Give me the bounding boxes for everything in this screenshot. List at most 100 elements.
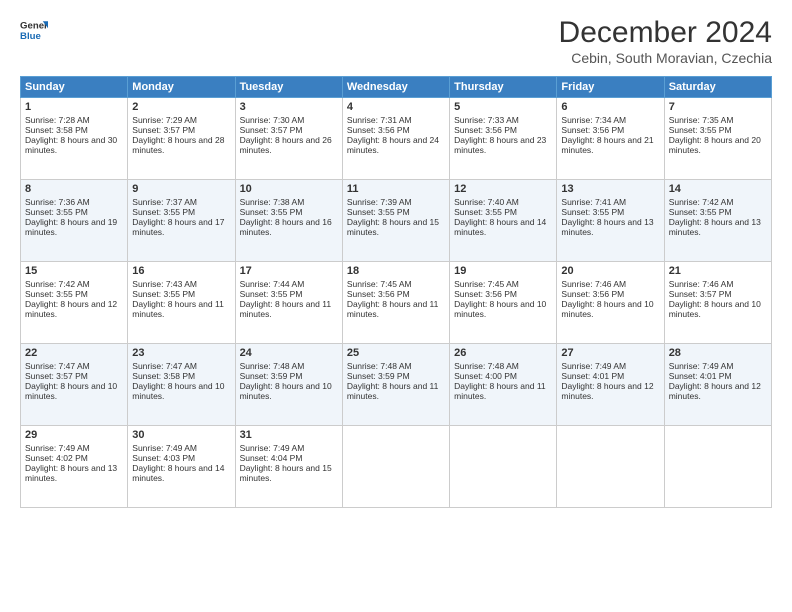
calendar-cell: 3Sunrise: 7:30 AMSunset: 3:57 PMDaylight… <box>235 98 342 180</box>
daylight-text: Daylight: 8 hours and 12 minutes. <box>561 381 653 401</box>
sunset-text: Sunset: 3:55 PM <box>240 289 303 299</box>
col-friday: Friday <box>557 77 664 98</box>
week-row-1: 1Sunrise: 7:28 AMSunset: 3:58 PMDaylight… <box>21 98 772 180</box>
day-number: 20 <box>561 265 659 277</box>
day-number: 6 <box>561 101 659 113</box>
svg-text:Blue: Blue <box>20 31 41 42</box>
sunset-text: Sunset: 3:55 PM <box>347 207 410 217</box>
week-row-2: 8Sunrise: 7:36 AMSunset: 3:55 PMDaylight… <box>21 180 772 262</box>
sunrise-text: Sunrise: 7:42 AM <box>669 197 734 207</box>
sunrise-text: Sunrise: 7:45 AM <box>454 279 519 289</box>
sunset-text: Sunset: 4:01 PM <box>669 371 732 381</box>
calendar-cell: 23Sunrise: 7:47 AMSunset: 3:58 PMDayligh… <box>128 344 235 426</box>
sunset-text: Sunset: 3:56 PM <box>347 125 410 135</box>
sunrise-text: Sunrise: 7:47 AM <box>25 361 90 371</box>
sunset-text: Sunset: 3:55 PM <box>669 125 732 135</box>
calendar-cell: 16Sunrise: 7:43 AMSunset: 3:55 PMDayligh… <box>128 262 235 344</box>
calendar-cell <box>664 426 771 508</box>
sunrise-text: Sunrise: 7:42 AM <box>25 279 90 289</box>
daylight-text: Daylight: 8 hours and 23 minutes. <box>454 135 546 155</box>
daylight-text: Daylight: 8 hours and 11 minutes. <box>347 299 439 319</box>
sunset-text: Sunset: 3:58 PM <box>25 125 88 135</box>
daylight-text: Daylight: 8 hours and 10 minutes. <box>240 381 332 401</box>
sunrise-text: Sunrise: 7:48 AM <box>240 361 305 371</box>
daylight-text: Daylight: 8 hours and 10 minutes. <box>561 299 653 319</box>
sunrise-text: Sunrise: 7:39 AM <box>347 197 412 207</box>
sunrise-text: Sunrise: 7:47 AM <box>132 361 197 371</box>
day-number: 24 <box>240 347 338 359</box>
day-number: 19 <box>454 265 552 277</box>
day-number: 15 <box>25 265 123 277</box>
sunset-text: Sunset: 3:55 PM <box>132 207 195 217</box>
calendar-cell: 8Sunrise: 7:36 AMSunset: 3:55 PMDaylight… <box>21 180 128 262</box>
day-number: 8 <box>25 183 123 195</box>
day-number: 30 <box>132 429 230 441</box>
calendar-cell: 17 Sunrise: 7:44 AMSunset: 3:55 PMDayligh… <box>235 262 342 344</box>
calendar-cell: 9Sunrise: 7:37 AMSunset: 3:55 PMDaylight… <box>128 180 235 262</box>
daylight-text: Daylight: 8 hours and 12 minutes. <box>25 299 117 319</box>
sunrise-text: Sunrise: 7:48 AM <box>347 361 412 371</box>
daylight-text: Daylight: 8 hours and 10 minutes. <box>25 381 117 401</box>
daylight-text: Daylight: 8 hours and 10 minutes. <box>669 299 761 319</box>
sunrise-text: Sunrise: 7:33 AM <box>454 115 519 125</box>
month-title: December 2024 <box>559 16 772 50</box>
calendar-cell: 12Sunrise: 7:40 AMSunset: 3:55 PMDayligh… <box>450 180 557 262</box>
sunrise-text: Sunrise: 7:44 AM <box>240 279 305 289</box>
col-sunday: Sunday <box>21 77 128 98</box>
daylight-text: Daylight: 8 hours and 14 minutes. <box>132 463 224 483</box>
calendar-cell: 21 Sunrise: 7:46 AMSunset: 3:57 PMDayligh… <box>664 262 771 344</box>
day-number: 17 <box>240 265 338 277</box>
sunrise-text: Sunrise: 7:49 AM <box>240 443 305 453</box>
sunrise-text: Sunrise: 7:48 AM <box>454 361 519 371</box>
week-row-5: 29Sunrise: 7:49 AMSunset: 4:02 PMDayligh… <box>21 426 772 508</box>
daylight-text: Daylight: 8 hours and 13 minutes. <box>669 217 761 237</box>
sunset-text: Sunset: 3:57 PM <box>132 125 195 135</box>
calendar-cell: 15 Sunrise: 7:42 AMSunset: 3:55 PMDayligh… <box>21 262 128 344</box>
day-number: 11 <box>347 183 445 195</box>
col-thursday: Thursday <box>450 77 557 98</box>
calendar-cell: 5Sunrise: 7:33 AMSunset: 3:56 PMDaylight… <box>450 98 557 180</box>
calendar-cell: 24Sunrise: 7:48 AMSunset: 3:59 PMDayligh… <box>235 344 342 426</box>
day-number: 28 <box>669 347 767 359</box>
sunset-text: Sunset: 3:56 PM <box>347 289 410 299</box>
calendar-cell: 14 Sunrise: 7:42 AMSunset: 3:55 PMDayligh… <box>664 180 771 262</box>
sunset-text: Sunset: 3:56 PM <box>561 125 624 135</box>
daylight-text: Daylight: 8 hours and 10 minutes. <box>132 381 224 401</box>
day-number: 12 <box>454 183 552 195</box>
calendar-cell: 1Sunrise: 7:28 AMSunset: 3:58 PMDaylight… <box>21 98 128 180</box>
daylight-text: Daylight: 8 hours and 11 minutes. <box>240 299 332 319</box>
day-number: 22 <box>25 347 123 359</box>
sunrise-text: Sunrise: 7:40 AM <box>454 197 519 207</box>
day-number: 27 <box>561 347 659 359</box>
day-number: 21 <box>669 265 767 277</box>
day-number: 1 <box>25 101 123 113</box>
day-number: 23 <box>132 347 230 359</box>
calendar-cell: 2Sunrise: 7:29 AMSunset: 3:57 PMDaylight… <box>128 98 235 180</box>
sunset-text: Sunset: 3:55 PM <box>25 207 88 217</box>
day-number: 13 <box>561 183 659 195</box>
day-number: 7 <box>669 101 767 113</box>
sunrise-text: Sunrise: 7:35 AM <box>669 115 734 125</box>
day-number: 25 <box>347 347 445 359</box>
sunrise-text: Sunrise: 7:46 AM <box>669 279 734 289</box>
week-row-4: 22Sunrise: 7:47 AMSunset: 3:57 PMDayligh… <box>21 344 772 426</box>
sunset-text: Sunset: 3:57 PM <box>240 125 303 135</box>
sunset-text: Sunset: 3:57 PM <box>669 289 732 299</box>
calendar-cell: 6Sunrise: 7:34 AMSunset: 3:56 PMDaylight… <box>557 98 664 180</box>
sunset-text: Sunset: 3:56 PM <box>561 289 624 299</box>
day-number: 4 <box>347 101 445 113</box>
calendar-cell <box>342 426 449 508</box>
sunset-text: Sunset: 3:55 PM <box>132 289 195 299</box>
sunset-text: Sunset: 4:01 PM <box>561 371 624 381</box>
sunset-text: Sunset: 3:55 PM <box>669 207 732 217</box>
sunset-text: Sunset: 4:04 PM <box>240 453 303 463</box>
daylight-text: Daylight: 8 hours and 13 minutes. <box>25 463 117 483</box>
daylight-text: Daylight: 8 hours and 24 minutes. <box>347 135 439 155</box>
sunrise-text: Sunrise: 7:46 AM <box>561 279 626 289</box>
daylight-text: Daylight: 8 hours and 26 minutes. <box>240 135 332 155</box>
daylight-text: Daylight: 8 hours and 15 minutes. <box>240 463 332 483</box>
subtitle: Cebin, South Moravian, Czechia <box>559 50 772 66</box>
sunset-text: Sunset: 3:55 PM <box>25 289 88 299</box>
day-number: 14 <box>669 183 767 195</box>
day-number: 10 <box>240 183 338 195</box>
